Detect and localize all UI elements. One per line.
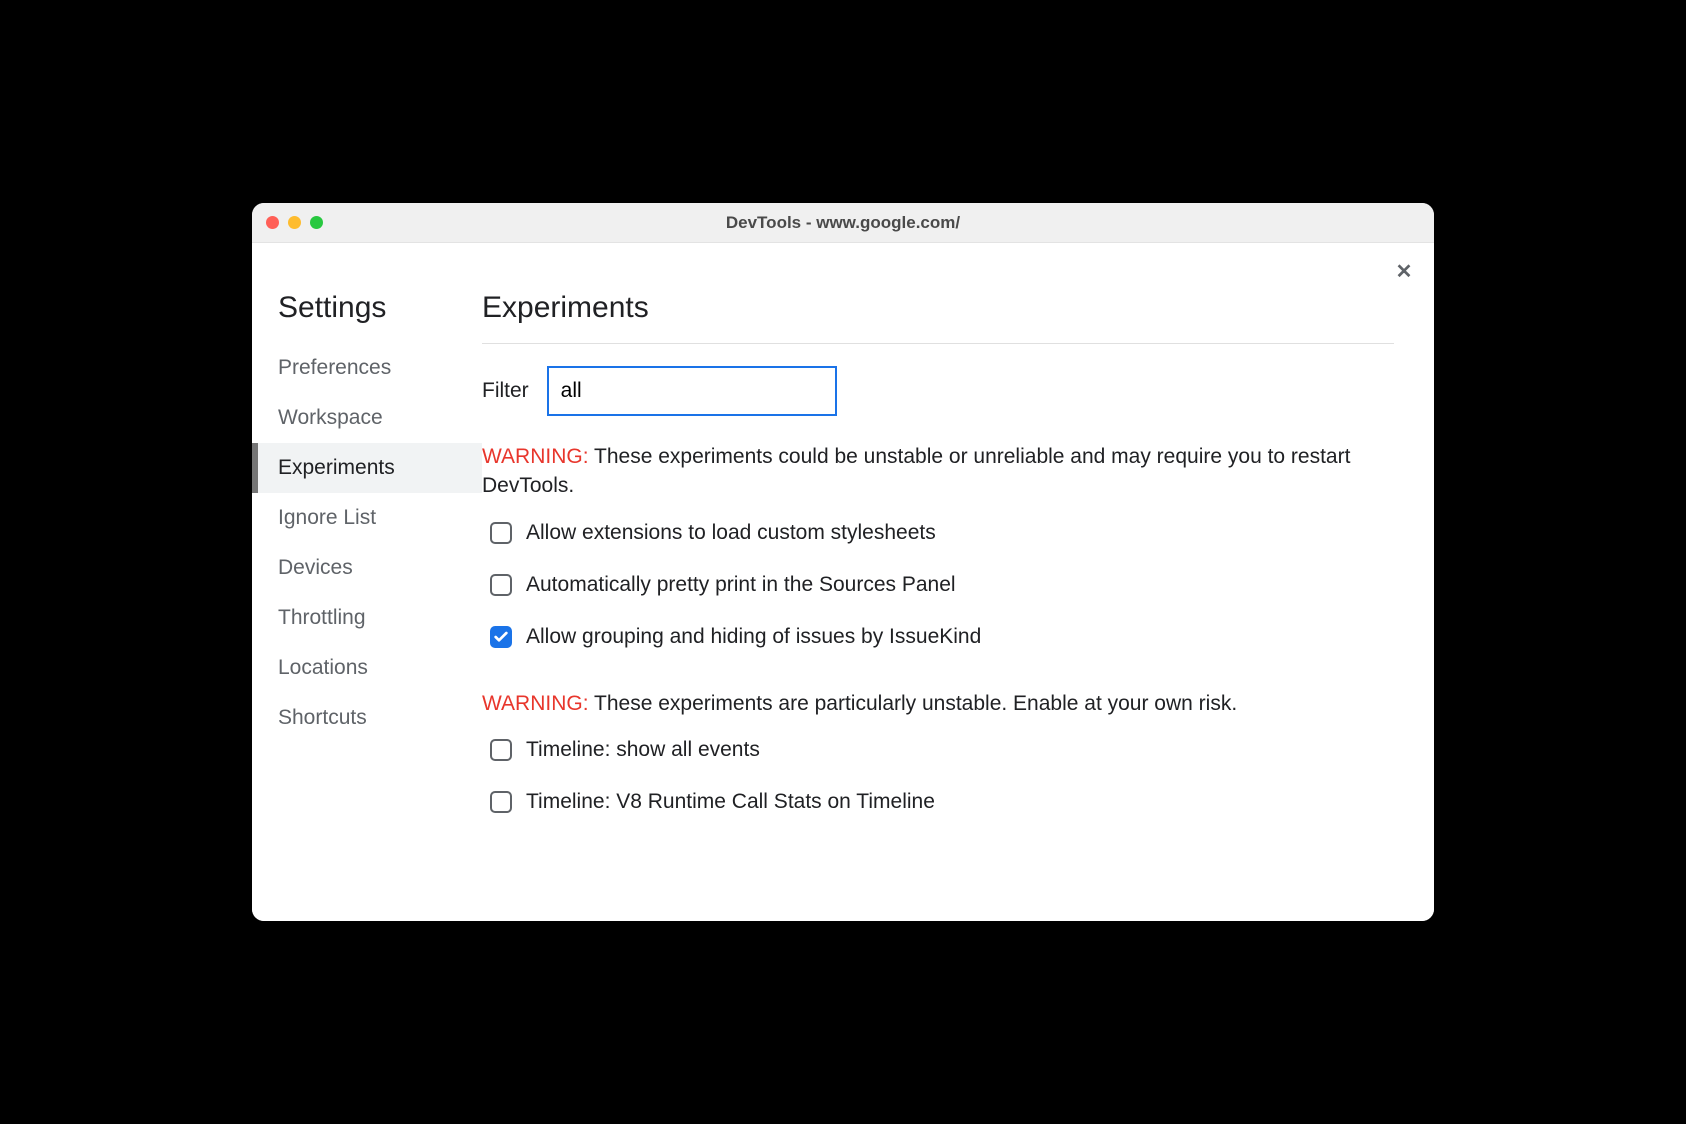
window-titlebar: DevTools - www.google.com/ (252, 203, 1434, 243)
sidebar-item-locations[interactable]: Locations (252, 643, 482, 693)
devtools-window: DevTools - www.google.com/ ✕ Settings Pr… (252, 203, 1434, 921)
warning-prefix: WARNING: (482, 692, 589, 715)
sidebar-item-label: Locations (278, 656, 368, 679)
filter-input[interactable] (547, 366, 837, 416)
traffic-lights (252, 216, 323, 229)
experiment-label: Timeline: V8 Runtime Call Stats on Timel… (526, 790, 935, 814)
experiment-checkbox[interactable] (490, 626, 512, 648)
settings-sidebar: Settings Preferences Workspace Experimen… (252, 243, 482, 921)
content-area: ✕ Settings Preferences Workspace Experim… (252, 243, 1434, 921)
sidebar-item-label: Shortcuts (278, 706, 367, 729)
experiment-label: Timeline: show all events (526, 738, 760, 762)
sidebar-item-workspace[interactable]: Workspace (252, 393, 482, 443)
experiment-label: Allow extensions to load custom styleshe… (526, 521, 936, 545)
sidebar-item-throttling[interactable]: Throttling (252, 593, 482, 643)
warning-text: These experiments are particularly unsta… (589, 692, 1238, 715)
sidebar-item-devices[interactable]: Devices (252, 543, 482, 593)
filter-label: Filter (482, 379, 529, 403)
warning-text: These experiments could be unstable or u… (482, 445, 1350, 497)
sidebar-item-preferences[interactable]: Preferences (252, 343, 482, 393)
experiment-checkbox[interactable] (490, 522, 512, 544)
close-panel-button[interactable]: ✕ (1392, 259, 1416, 283)
experiment-label: Automatically pretty print in the Source… (526, 573, 956, 597)
sidebar-item-label: Throttling (278, 606, 366, 629)
sidebar-item-label: Preferences (278, 356, 391, 379)
page-title: Experiments (482, 291, 1394, 344)
experiment-checkbox[interactable] (490, 739, 512, 761)
sidebar-item-label: Experiments (278, 456, 395, 479)
experiment-row: Timeline: V8 Runtime Call Stats on Timel… (490, 790, 1394, 814)
sidebar-title: Settings (252, 291, 482, 343)
main-panel: Experiments Filter WARNING: These experi… (482, 243, 1434, 921)
window-title: DevTools - www.google.com/ (252, 213, 1434, 233)
sidebar-item-label: Devices (278, 556, 353, 579)
sidebar-item-experiments[interactable]: Experiments (252, 443, 482, 493)
sidebar-item-ignore-list[interactable]: Ignore List (252, 493, 482, 543)
unstable-experiments-section: WARNING: These experiments are particula… (482, 689, 1394, 814)
experiment-row: Timeline: show all events (490, 738, 1394, 762)
experiment-checkbox[interactable] (490, 791, 512, 813)
experiment-row: Allow extensions to load custom styleshe… (490, 521, 1394, 545)
warning-prefix: WARNING: (482, 445, 589, 468)
sidebar-item-shortcuts[interactable]: Shortcuts (252, 693, 482, 743)
filter-row: Filter (482, 366, 1394, 416)
sidebar-item-label: Workspace (278, 406, 383, 429)
close-window-button[interactable] (266, 216, 279, 229)
close-icon: ✕ (1396, 259, 1413, 284)
maximize-window-button[interactable] (310, 216, 323, 229)
experiment-row: Automatically pretty print in the Source… (490, 573, 1394, 597)
minimize-window-button[interactable] (288, 216, 301, 229)
warning-message-2: WARNING: These experiments are particula… (482, 689, 1394, 718)
experiment-checkbox[interactable] (490, 574, 512, 596)
experiment-row: Allow grouping and hiding of issues by I… (490, 625, 1394, 649)
warning-message-1: WARNING: These experiments could be unst… (482, 442, 1394, 501)
sidebar-item-label: Ignore List (278, 506, 376, 529)
check-icon (493, 629, 509, 645)
experiment-label: Allow grouping and hiding of issues by I… (526, 625, 981, 649)
